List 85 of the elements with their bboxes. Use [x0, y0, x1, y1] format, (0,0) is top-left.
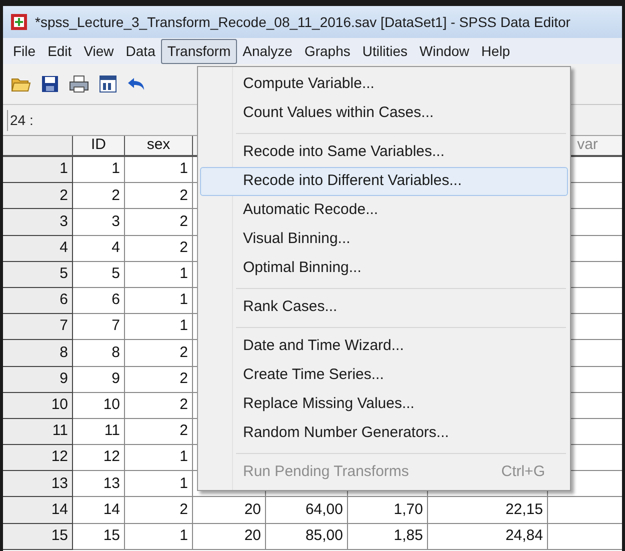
- table-cell: 2: [73, 183, 125, 210]
- table-cell: 14: [73, 497, 125, 524]
- table-cell: 2: [125, 392, 193, 419]
- menu-item[interactable]: File: [7, 38, 42, 64]
- menu-item[interactable]: Analyze: [236, 38, 298, 64]
- table-cell: 2: [125, 209, 193, 236]
- row-number[interactable]: 8: [3, 340, 73, 366]
- table-cell: 13: [73, 471, 125, 498]
- table-cell: 7: [73, 314, 125, 340]
- table-cell: 11: [73, 418, 125, 446]
- menu-option[interactable]: Automatic Recode...: [200, 196, 568, 225]
- menu-item[interactable]: Window: [414, 38, 476, 64]
- menu-option[interactable]: Recode into Different Variables...: [200, 167, 568, 196]
- cell-reference: 24 :: [7, 110, 36, 130]
- table-cell: 2: [125, 340, 193, 366]
- menu-option[interactable]: Replace Missing Values...: [200, 390, 568, 419]
- menu-option[interactable]: Optimal Binning...: [200, 254, 568, 283]
- row-number[interactable]: 12: [3, 445, 73, 472]
- menu-option[interactable]: Random Number Generators...: [200, 419, 568, 448]
- table-cell: 1: [125, 445, 193, 472]
- menu-item[interactable]: Data: [120, 38, 162, 64]
- table-cell: 1,70: [348, 497, 428, 524]
- row-number[interactable]: 1: [3, 157, 73, 184]
- menu-option[interactable]: Create Time Series...: [200, 361, 568, 390]
- table-cell: 4: [73, 236, 125, 262]
- menu-option: Run Pending Transforms Ctrl+G: [200, 458, 568, 487]
- column-header[interactable]: ID: [73, 136, 125, 157]
- row-number[interactable]: 10: [3, 392, 73, 419]
- menu-option[interactable]: Compute Variable...: [200, 70, 568, 99]
- table-cell: 12: [73, 445, 125, 472]
- table-cell: 9: [73, 366, 125, 393]
- row-number[interactable]: 3: [3, 209, 73, 236]
- menu-option[interactable]: Rank Cases...: [200, 293, 568, 322]
- row-number[interactable]: 6: [3, 288, 73, 314]
- table-cell: 20: [193, 497, 266, 524]
- table-cell: 1: [125, 288, 193, 314]
- table-cell: 24,84: [428, 524, 548, 550]
- row-number[interactable]: 13: [3, 471, 73, 498]
- table-cell: 22,15: [428, 497, 548, 524]
- spreadsheet-app-icon: [11, 14, 27, 30]
- table-cell: 2: [125, 183, 193, 210]
- menu-option[interactable]: Visual Binning...: [200, 225, 568, 254]
- row-number[interactable]: 15: [3, 524, 73, 550]
- table-cell: 2: [125, 236, 193, 262]
- table-cell: 1: [125, 314, 193, 340]
- menu-item[interactable]: Transform: [161, 38, 237, 64]
- table-cell: 85,00: [266, 524, 348, 550]
- table-cell: 20: [193, 524, 266, 550]
- table-cell: 1: [73, 157, 125, 184]
- table-cell: 1: [125, 262, 193, 288]
- menu-item[interactable]: Graphs: [298, 38, 356, 64]
- row-number[interactable]: 11: [3, 418, 73, 446]
- menu-item[interactable]: Utilities: [356, 38, 414, 64]
- table-cell: 1: [125, 157, 193, 184]
- table-cell: 1: [125, 524, 193, 550]
- undo-arrow-icon[interactable]: [127, 76, 145, 92]
- table-cell: 8: [73, 340, 125, 366]
- table-cell: 6: [73, 288, 125, 314]
- menu-item[interactable]: Edit: [42, 38, 78, 64]
- menu-item[interactable]: View: [78, 38, 120, 64]
- row-number[interactable]: 9: [3, 366, 73, 393]
- column-header[interactable]: sex: [125, 136, 193, 157]
- row-number[interactable]: 2: [3, 183, 73, 210]
- menu-option[interactable]: Date and Time Wizard...: [200, 332, 568, 361]
- row-number[interactable]: 5: [3, 262, 73, 288]
- table-cell: 1: [125, 471, 193, 498]
- table-cell: 2: [125, 366, 193, 393]
- row-number[interactable]: 14: [3, 497, 73, 524]
- table-cell: 2: [125, 418, 193, 446]
- table-cell: 3: [73, 209, 125, 236]
- table-cell: 2: [125, 497, 193, 524]
- shortcut-label: Ctrl+G: [501, 462, 545, 482]
- row-number[interactable]: 7: [3, 314, 73, 340]
- table-cell: 1,85: [348, 524, 428, 550]
- table-cell: 64,00: [266, 497, 348, 524]
- table-cell: 15: [73, 524, 125, 550]
- menu-option[interactable]: Recode into Same Variables...: [200, 138, 568, 167]
- row-number[interactable]: 4: [3, 236, 73, 262]
- table-cell: 5: [73, 262, 125, 288]
- menu-item[interactable]: Help: [475, 38, 516, 64]
- printer-icon[interactable]: [69, 75, 89, 93]
- table-cell: 10: [73, 392, 125, 419]
- window-icon[interactable]: [99, 75, 117, 93]
- window-title: *spss_Lecture_3_Transform_Recode_08_11_2016.sav [DataSet1] - SPSS Data Editor: [35, 12, 570, 32]
- menu-option[interactable]: Count Values within Cases...: [200, 99, 568, 128]
